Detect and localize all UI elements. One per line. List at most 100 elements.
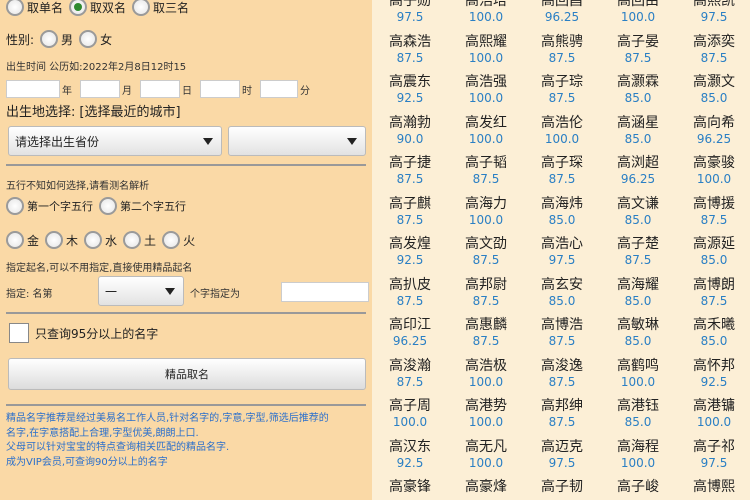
radio-triple-name[interactable]	[132, 0, 151, 16]
name-result-item[interactable]: 高汉东 92.5	[372, 439, 448, 471]
name-result-item[interactable]: 高怀邦 92.5	[676, 358, 750, 390]
name-result-item[interactable]: 高子楚 87.5	[600, 236, 676, 268]
name-result-item[interactable]: 高源延 85.0	[676, 236, 750, 268]
name-result-item[interactable]: 高子晏 87.5	[600, 34, 676, 66]
name-result-item[interactable]: 高禾曦 85.0	[676, 317, 750, 349]
name-result-item[interactable]: 高海程 100.0	[600, 439, 676, 471]
radio-element-wood[interactable]	[45, 231, 64, 249]
name-result-item[interactable]: 高豪锋	[372, 479, 448, 496]
radio-female[interactable]	[79, 30, 98, 48]
name-result-item[interactable]: 高港钰 85.0	[600, 398, 676, 430]
radio-element-fire[interactable]	[162, 231, 181, 249]
name-result-item[interactable]: 高震东 92.5	[372, 74, 448, 106]
nearest-city-link[interactable]: [选择最近的城市]	[79, 101, 180, 120]
name-result-item[interactable]: 高子捷 87.5	[372, 155, 448, 187]
city-select[interactable]	[228, 126, 366, 156]
name-result-item[interactable]: 高子峻	[600, 479, 676, 496]
name-result-item[interactable]: 高博熙	[676, 479, 750, 496]
name-result-item[interactable]: 高邦绅 87.5	[524, 398, 600, 430]
name-text: 高子楚	[617, 236, 659, 252]
year-input[interactable]	[6, 80, 60, 98]
name-result-item[interactable]: 高浚逸 87.5	[524, 358, 600, 390]
name-result-item[interactable]: 高子周 100.0	[372, 398, 448, 430]
name-result-item[interactable]: 高涵星 85.0	[600, 115, 676, 147]
name-result-item[interactable]: 高子琮 87.5	[524, 74, 600, 106]
month-input[interactable]	[80, 80, 120, 98]
name-result-item[interactable]: 高扒皮 87.5	[372, 277, 448, 309]
name-result-item[interactable]: 高子勋 97.5	[372, 0, 448, 25]
name-result-item[interactable]: 高海力 100.0	[448, 196, 524, 228]
name-result-item[interactable]: 高浩培 100.0	[448, 0, 524, 25]
name-result-item[interactable]: 高海炜 85.0	[524, 196, 600, 228]
radio-second-char-wuxing[interactable]	[99, 197, 117, 215]
name-result-item[interactable]: 高熙凯 97.5	[676, 0, 750, 25]
name-result-item[interactable]: 高豪烽	[448, 479, 524, 496]
radio-female-label: 女	[100, 32, 113, 47]
name-result-item[interactable]: 高浩伦 100.0	[524, 115, 600, 147]
radio-element-water[interactable]	[84, 231, 103, 249]
name-result-item[interactable]: 高发煌 92.5	[372, 236, 448, 268]
name-result-item[interactable]: 高添奕 87.5	[676, 34, 750, 66]
day-input[interactable]	[140, 80, 180, 98]
name-score: 87.5	[548, 415, 576, 429]
name-result-item[interactable]: 高博援 87.5	[676, 196, 750, 228]
radio-double-name[interactable]	[69, 0, 88, 16]
name-result-item[interactable]: 高森浩 87.5	[372, 34, 448, 66]
name-result-item[interactable]: 高文谦 85.0	[600, 196, 676, 228]
name-type-group: 取单名 取双名 取三名	[6, 0, 195, 16]
name-result-item[interactable]: 高子韬 87.5	[448, 155, 524, 187]
hour-input[interactable]	[200, 80, 240, 98]
name-result-item[interactable]: 高子祁 97.5	[676, 439, 750, 471]
name-result-item[interactable]: 高浚瀚 87.5	[372, 358, 448, 390]
name-result-item[interactable]: 高无凡 100.0	[448, 439, 524, 471]
name-result-item[interactable]: 高邦尉 87.5	[448, 277, 524, 309]
name-result-item[interactable]: 高回昌 96.25	[524, 0, 600, 25]
name-result-item[interactable]: 高浩心 97.5	[524, 236, 600, 268]
radio-element-earth[interactable]	[123, 231, 142, 249]
name-result-item[interactable]: 高玄安 85.0	[524, 277, 600, 309]
name-result-item[interactable]: 高博浩 87.5	[524, 317, 600, 349]
premium-naming-button[interactable]: 精品取名	[8, 358, 366, 390]
minute-input[interactable]	[260, 80, 298, 98]
name-score: 97.5	[548, 253, 576, 267]
name-result-item[interactable]: 高港势 100.0	[448, 398, 524, 430]
name-result-item[interactable]: 高港镛 100.0	[676, 398, 750, 430]
province-select[interactable]: 请选择出生省份	[8, 126, 222, 156]
name-result-item[interactable]: 高惠麟 87.5	[448, 317, 524, 349]
name-score: 100.0	[696, 172, 732, 186]
name-result-item[interactable]: 高瀚勃 90.0	[372, 115, 448, 147]
name-text: 高瀚勃	[389, 114, 431, 131]
radio-first-char-wuxing[interactable]	[6, 197, 24, 215]
name-result-item[interactable]: 高敏琳 85.0	[600, 317, 676, 349]
name-result-item[interactable]: 高浩极 100.0	[448, 358, 524, 390]
month-unit: 月	[122, 85, 132, 97]
name-result-item[interactable]: 高鹤鸣 100.0	[600, 358, 676, 390]
name-text: 高熙凯	[693, 0, 735, 9]
name-result-item[interactable]: 高子琛 87.5	[524, 155, 600, 187]
name-result-item[interactable]: 高熙耀 100.0	[448, 34, 524, 66]
name-result-item[interactable]: 高文劭 87.5	[448, 236, 524, 268]
radio-element-metal[interactable]	[6, 231, 24, 249]
char-position-select[interactable]: 一	[98, 276, 184, 306]
name-result-item[interactable]: 高浩强 100.0	[448, 74, 524, 106]
name-result-item[interactable]: 高博朗 87.5	[676, 277, 750, 309]
name-result-item[interactable]: 高灏文 85.0	[676, 74, 750, 106]
name-result-item[interactable]: 高回由 100.0	[600, 0, 676, 25]
name-result-item[interactable]: 高发红 100.0	[448, 115, 524, 147]
specified-char-input[interactable]	[281, 282, 369, 302]
radio-male[interactable]	[40, 30, 59, 48]
name-result-item[interactable]: 高海耀 85.0	[600, 277, 676, 309]
name-result-item[interactable]: 高灏霖 85.0	[600, 74, 676, 106]
radio-single-name[interactable]	[6, 0, 24, 16]
only95-checkbox[interactable]	[9, 323, 29, 343]
name-result-item[interactable]: 高浏超 96.25	[600, 155, 676, 187]
name-result-item[interactable]: 高子麒 87.5	[372, 196, 448, 228]
name-result-item[interactable]: 高印江 96.25	[372, 317, 448, 349]
name-result-item[interactable]: 高子韧	[524, 479, 600, 496]
name-result-item[interactable]: 高迈克 97.5	[524, 439, 600, 471]
name-score: 87.5	[548, 374, 576, 389]
name-result-item[interactable]: 高豪骏 100.0	[676, 155, 750, 187]
name-result-item[interactable]: 高向希 96.25	[676, 115, 750, 147]
radio-element-wood-label: 木	[66, 233, 79, 248]
name-result-item[interactable]: 高熊骋 87.5	[524, 34, 600, 66]
